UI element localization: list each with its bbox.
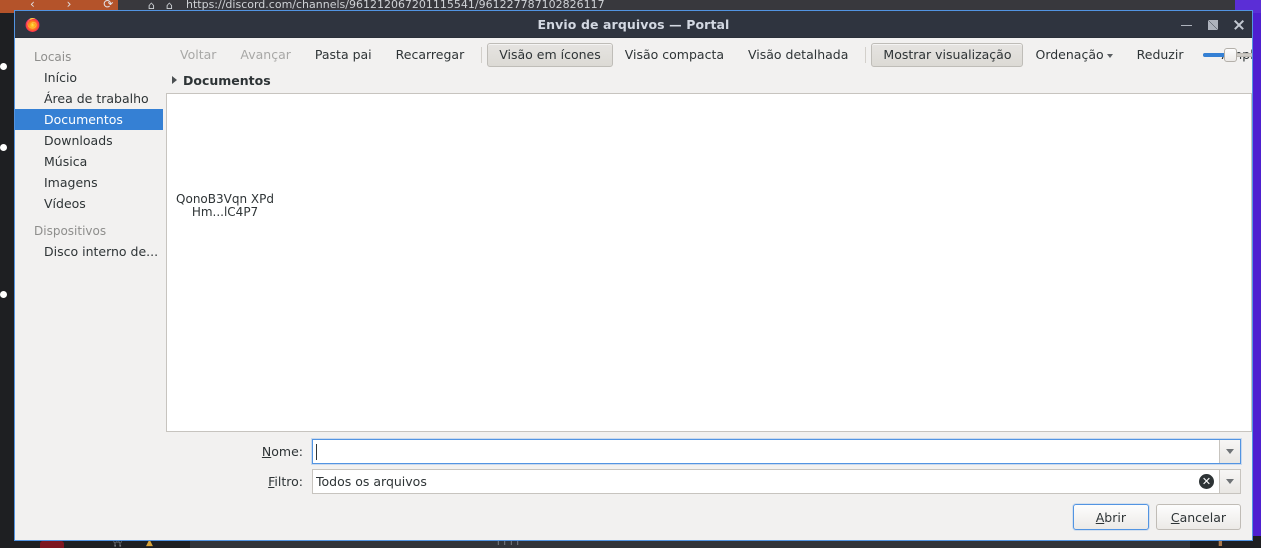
- file-list-view[interactable]: QonoB3Vqn XPdHm...lC4P7: [166, 93, 1252, 432]
- sort-menu-label: Ordenação: [1035, 46, 1104, 62]
- breadcrumb: Documentos: [164, 71, 1252, 89]
- cancel-button-rest: ancelar: [1179, 509, 1226, 525]
- dialog-title: Envio de arquivos — Portal: [537, 16, 730, 32]
- icon-view-button[interactable]: Visão em ícones: [487, 42, 613, 67]
- open-button-rest: brir: [1104, 509, 1126, 525]
- sidebar-item-documentos[interactable]: Documentos: [15, 109, 163, 130]
- file-chooser-toolbar: Voltar Avançar Pasta pai Recarregar Visã…: [164, 38, 1252, 71]
- server-dot: [0, 291, 7, 298]
- filter-label-rest: iltro:: [274, 474, 303, 489]
- sort-menu-button[interactable]: Ordenação: [1023, 43, 1124, 67]
- toolbar-separator: [481, 46, 483, 63]
- zoom-slider-handle[interactable]: [1223, 47, 1237, 62]
- cancel-button[interactable]: Cancelar: [1155, 504, 1241, 530]
- show-preview-button[interactable]: Mostrar visualização: [871, 42, 1024, 67]
- file-item-label: QonoB3Vqn XPdHm...lC4P7: [176, 192, 274, 219]
- dialog-main: Voltar Avançar Pasta pai Recarregar Visã…: [164, 38, 1252, 540]
- text-caret: [316, 444, 317, 460]
- server-dot: [0, 63, 7, 70]
- name-input[interactable]: [312, 439, 1241, 464]
- dialog-button-bar: Abrir Cancelar: [164, 494, 1252, 540]
- sidebar-item-downloads[interactable]: Downloads: [15, 130, 163, 151]
- reload-button[interactable]: Recarregar: [384, 43, 477, 67]
- filter-row: Filtro: Todos os arquivos ✕: [164, 469, 1252, 494]
- chevron-down-icon: [1226, 479, 1234, 484]
- file-item[interactable]: QonoB3Vqn XPdHm...lC4P7: [172, 140, 278, 219]
- clear-circle-icon[interactable]: ✕: [1199, 474, 1214, 489]
- forward-button[interactable]: Avançar: [228, 43, 302, 67]
- breadcrumb-current-folder[interactable]: Documentos: [183, 73, 271, 88]
- open-button[interactable]: Abrir: [1072, 504, 1149, 530]
- sidebar-heading-dispositivos: Dispositivos: [34, 224, 107, 238]
- parent-folder-button[interactable]: Pasta pai: [303, 43, 384, 67]
- chevron-down-icon: [1226, 449, 1234, 454]
- filter-combobox-value[interactable]: Todos os arquivos: [316, 474, 1199, 489]
- firefox-logo-icon: [25, 17, 40, 32]
- close-icon[interactable]: [1232, 18, 1246, 32]
- zoom-out-button[interactable]: Reduzir: [1125, 43, 1196, 67]
- sidebar-item-videos[interactable]: Vídeos: [15, 193, 163, 214]
- dialog-titlebar[interactable]: Envio de arquivos — Portal: [15, 11, 1252, 38]
- open-button-mnemonic: A: [1095, 509, 1105, 525]
- file-chooser-dialog: Envio de arquivos — Portal Locais Início…: [14, 10, 1253, 541]
- name-row: Nome:: [164, 439, 1252, 464]
- places-sidebar: Locais Início Área de trabalho Documento…: [15, 38, 164, 540]
- detailed-view-button[interactable]: Visão detalhada: [736, 43, 860, 67]
- name-label: Nome:: [164, 444, 312, 459]
- maximize-icon[interactable]: [1206, 18, 1220, 32]
- filter-label: Filtro:: [164, 474, 312, 489]
- sidebar-item-imagens[interactable]: Imagens: [15, 172, 163, 193]
- name-label-rest: ome:: [271, 444, 303, 459]
- sidebar-item-musica[interactable]: Música: [15, 151, 163, 172]
- filter-dropdown-button[interactable]: [1219, 470, 1240, 493]
- sidebar-item-disco-interno[interactable]: Disco interno de...: [15, 241, 163, 262]
- server-dot: [0, 144, 7, 151]
- sidebar-heading-locais: Locais: [34, 50, 72, 64]
- toolbar-separator: [865, 46, 867, 63]
- minimize-icon[interactable]: [1180, 18, 1194, 32]
- chevron-down-icon: [1106, 53, 1113, 58]
- file-thumbnail-icon: [191, 140, 259, 188]
- cancel-button-mnemonic: C: [1170, 509, 1180, 525]
- name-dropdown-button[interactable]: [1219, 440, 1240, 463]
- dialog-body: Locais Início Área de trabalho Documento…: [15, 38, 1252, 540]
- filter-combobox[interactable]: Todos os arquivos ✕: [312, 469, 1241, 494]
- back-button[interactable]: Voltar: [168, 43, 228, 67]
- expander-triangle-icon[interactable]: [172, 76, 177, 84]
- sidebar-item-inicio[interactable]: Início: [15, 67, 163, 88]
- compact-view-button[interactable]: Visão compacta: [613, 43, 736, 67]
- window-controls: [1180, 11, 1246, 38]
- sidebar-item-area-de-trabalho[interactable]: Área de trabalho: [15, 88, 163, 109]
- name-label-mnemonic: N: [261, 444, 272, 459]
